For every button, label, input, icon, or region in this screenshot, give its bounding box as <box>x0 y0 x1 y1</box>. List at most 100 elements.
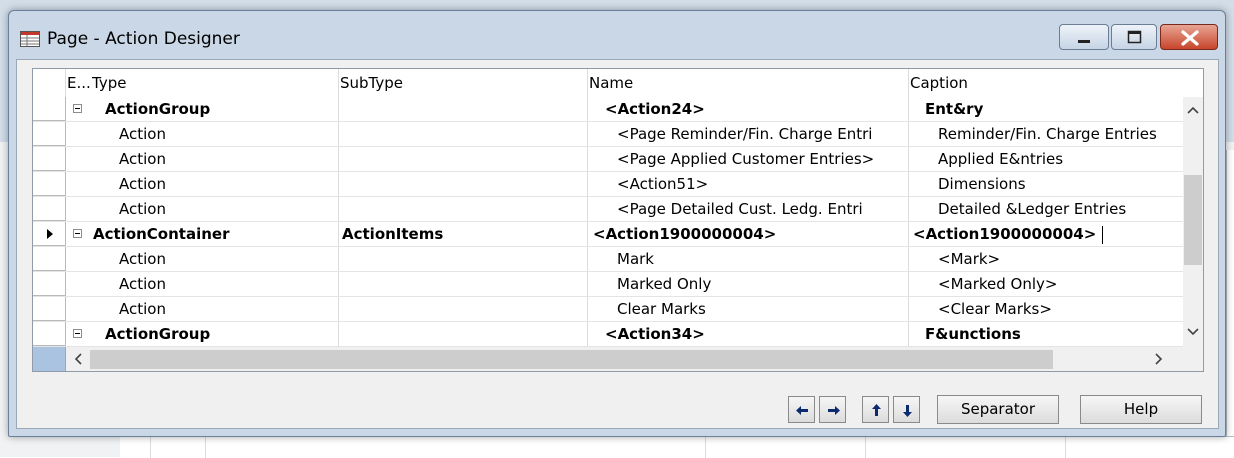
close-button[interactable] <box>1160 24 1218 50</box>
cell-caption[interactable]: <Action1900000004> <box>913 222 1175 246</box>
cell-caption[interactable]: Reminder/Fin. Charge Entries <box>938 122 1200 146</box>
cell-subtype[interactable]: ActionItems <box>342 222 582 246</box>
cell-subtype[interactable] <box>342 322 582 346</box>
table-row[interactable]: Action <Page Detailed Cust. Ledg. Entri De… <box>33 197 1183 222</box>
arrow-left-icon <box>796 406 808 415</box>
move-left-button[interactable] <box>788 396 815 423</box>
cell-caption[interactable]: <Marked Only> <box>938 272 1200 296</box>
table-row[interactable]: Action <Page Applied Customer Entries> App… <box>33 147 1183 172</box>
cell-name[interactable]: <Action1900000004> <box>593 222 883 246</box>
cell-name[interactable]: <Page Applied Customer Entries> <box>617 147 907 171</box>
row-selector[interactable] <box>33 97 66 121</box>
scroll-down-icon[interactable] <box>1183 323 1203 341</box>
cell-caption[interactable]: F&unctions <box>925 322 1187 346</box>
cell-subtype[interactable] <box>342 147 582 171</box>
cell-subtype[interactable] <box>342 97 582 121</box>
move-up-button[interactable] <box>862 396 889 423</box>
cell-subtype[interactable] <box>342 272 582 296</box>
collapse-icon[interactable] <box>73 104 82 113</box>
cell-type[interactable]: ActionContainer <box>93 222 325 246</box>
scroll-right-icon[interactable] <box>1150 351 1166 367</box>
scroll-up-icon[interactable] <box>1183 101 1203 119</box>
window-title: Page - Action Designer <box>47 29 240 49</box>
cell-caption[interactable]: Ent&ry <box>925 97 1187 121</box>
scroll-left-icon[interactable] <box>71 351 87 367</box>
cell-type[interactable]: Action <box>119 122 351 146</box>
cell-caption[interactable]: <Clear Marks> <box>938 297 1200 321</box>
table-row[interactable]: ActionGroup <Action24> Ent&ry <box>33 97 1183 122</box>
grid-header: E... Type SubType Name Caption <box>33 69 1203 97</box>
cell-name[interactable]: Clear Marks <box>617 297 907 321</box>
cell-type[interactable]: ActionGroup <box>105 322 337 346</box>
cell-caption[interactable]: Applied E&ntries <box>938 147 1200 171</box>
cell-type[interactable]: Action <box>119 197 351 221</box>
action-designer-window: Page - Action Designer E... Type SubType… <box>8 10 1226 437</box>
table-row[interactable]: Action <Action51> Dimensions <box>33 172 1183 197</box>
selection-corner <box>33 347 66 371</box>
cell-name[interactable]: Marked Only <box>617 272 907 296</box>
cell-subtype[interactable] <box>342 247 582 271</box>
cell-type[interactable]: Action <box>119 147 351 171</box>
cell-caption[interactable]: <Mark> <box>938 247 1200 271</box>
cell-subtype[interactable] <box>342 297 582 321</box>
arrow-right-icon <box>828 406 840 415</box>
cell-name[interactable]: <Action51> <box>617 172 907 196</box>
horizontal-scroll-thumb[interactable] <box>90 350 1053 369</box>
cell-name[interactable]: <Action34> <box>605 322 895 346</box>
text-cursor <box>1102 226 1103 244</box>
vertical-scrollbar[interactable] <box>1183 97 1203 347</box>
collapse-icon[interactable] <box>73 329 82 338</box>
cell-type[interactable]: Action <box>119 172 351 196</box>
title-bar[interactable]: Page - Action Designer <box>9 11 1225 59</box>
cell-type[interactable]: Action <box>119 247 351 271</box>
table-row[interactable]: Action Clear Marks <Clear Marks> <box>33 297 1183 322</box>
cell-caption[interactable]: Dimensions <box>938 172 1200 196</box>
row-selector[interactable] <box>33 222 66 246</box>
move-right-button[interactable] <box>819 396 846 423</box>
help-button[interactable]: Help <box>1080 395 1202 424</box>
cell-name[interactable]: <Page Reminder/Fin. Charge Entri <box>617 122 907 146</box>
maximize-button[interactable] <box>1111 24 1157 50</box>
row-selector[interactable] <box>33 247 66 271</box>
close-icon <box>1181 30 1199 46</box>
background-app-grid <box>120 436 1234 458</box>
column-header-expander[interactable]: E... <box>66 69 91 97</box>
column-header-caption[interactable]: Caption <box>909 69 1203 97</box>
cell-type[interactable]: ActionGroup <box>105 97 337 121</box>
cell-name[interactable]: <Action24> <box>605 97 895 121</box>
cell-caption[interactable]: Detailed &Ledger Entries <box>938 197 1200 221</box>
column-header-name[interactable]: Name <box>588 69 909 97</box>
actions-grid[interactable]: E... Type SubType Name Caption ActionGro… <box>32 68 1204 372</box>
table-row[interactable]: Action <Page Reminder/Fin. Charge Entri Re… <box>33 122 1183 147</box>
row-selector[interactable] <box>33 272 66 296</box>
cell-name[interactable]: Mark <box>617 247 907 271</box>
cell-type[interactable]: Action <box>119 297 351 321</box>
cell-name[interactable]: <Page Detailed Cust. Ledg. Entri <box>617 197 907 221</box>
row-selector[interactable] <box>33 297 66 321</box>
cell-subtype[interactable] <box>342 172 582 196</box>
table-row[interactable]: Action Mark <Mark> <box>33 247 1183 272</box>
separator-button[interactable]: Separator <box>937 395 1059 424</box>
row-selector[interactable] <box>33 122 66 146</box>
background-app-edge <box>1226 150 1234 457</box>
maximize-icon <box>1127 30 1142 44</box>
cell-subtype[interactable] <box>342 197 582 221</box>
row-selector[interactable] <box>33 147 66 171</box>
row-selector[interactable] <box>33 197 66 221</box>
horizontal-scrollbar[interactable] <box>33 347 1203 371</box>
table-row[interactable]: ActionContainer ActionItems <Action1900000… <box>33 222 1183 247</box>
minimize-button[interactable] <box>1059 24 1109 50</box>
table-row[interactable]: ActionGroup <Action34> F&unctions <box>33 322 1183 347</box>
row-selector[interactable] <box>33 172 66 196</box>
table-row[interactable]: Action Marked Only <Marked Only> <box>33 272 1183 297</box>
row-selector[interactable] <box>33 322 66 346</box>
move-down-button[interactable] <box>893 396 920 423</box>
minimize-icon <box>1078 40 1090 43</box>
column-header-subtype[interactable]: SubType <box>339 69 588 97</box>
cell-type[interactable]: Action <box>119 272 351 296</box>
collapse-icon[interactable] <box>73 229 82 238</box>
vertical-scroll-thumb[interactable] <box>1184 175 1202 265</box>
cell-subtype[interactable] <box>342 122 582 146</box>
arrow-down-icon <box>903 405 912 417</box>
column-header-type[interactable]: Type <box>91 69 339 97</box>
